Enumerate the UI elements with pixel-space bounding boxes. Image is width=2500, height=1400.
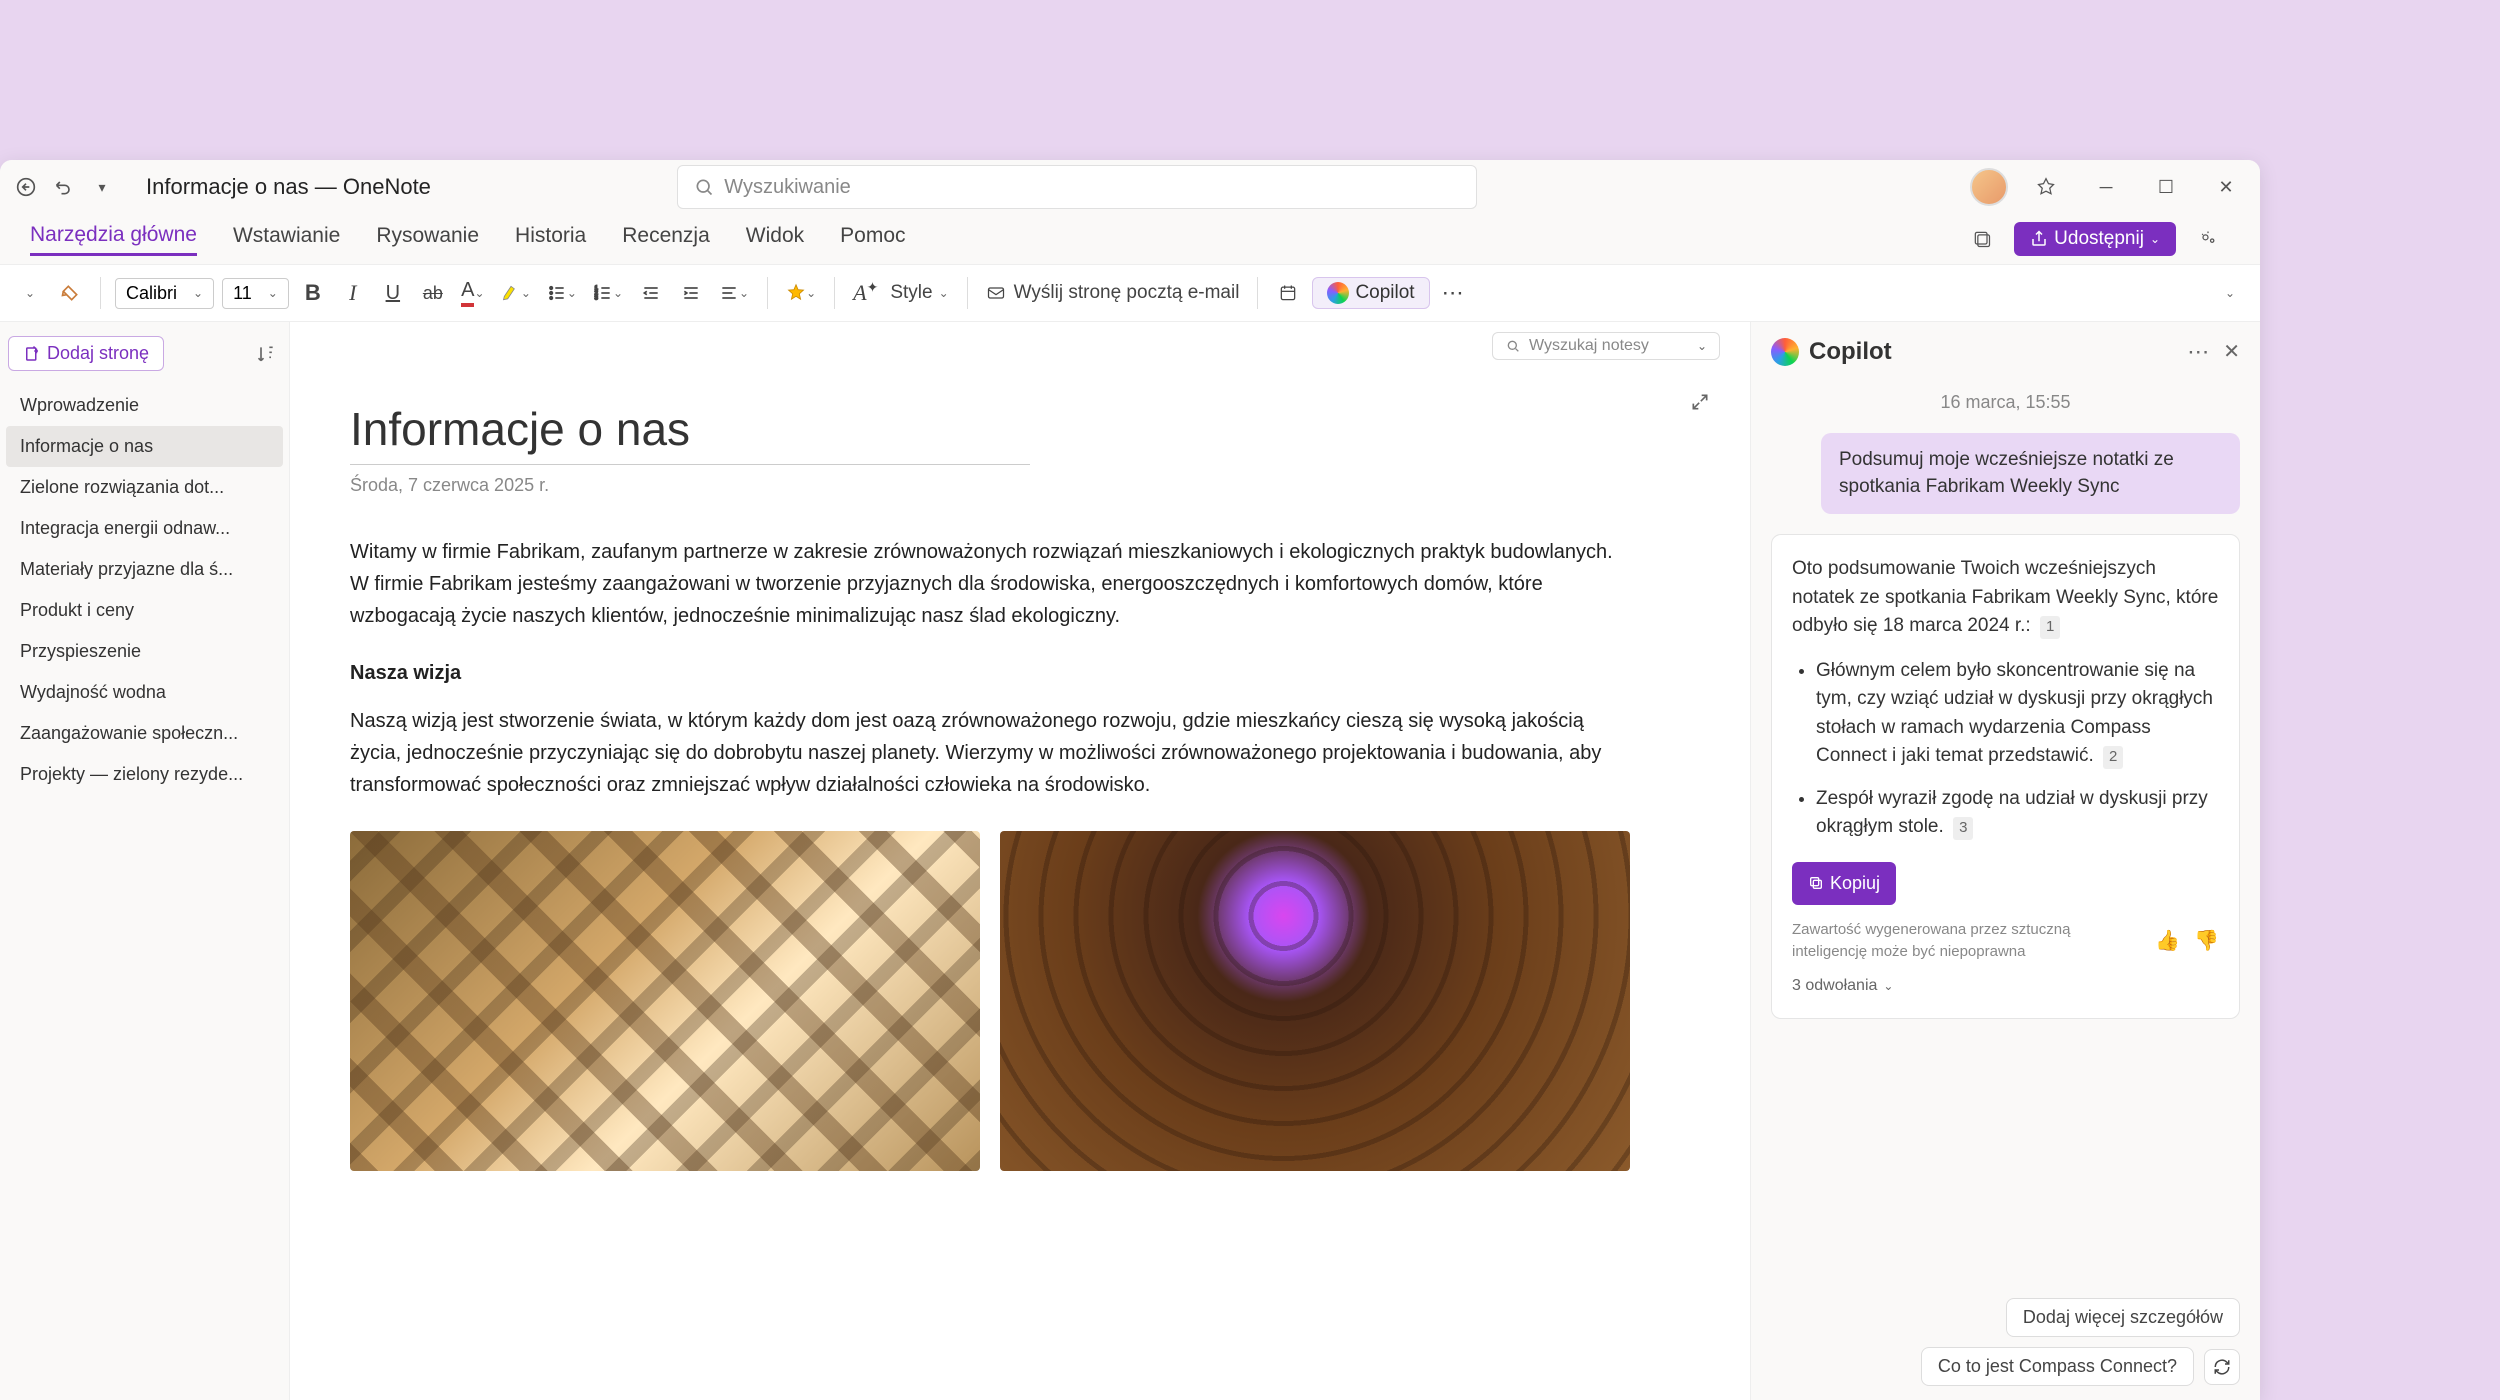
indent-button[interactable] — [675, 275, 707, 311]
page-item-2[interactable]: Zielone rozwiązania dot... — [0, 467, 289, 508]
tab-view[interactable]: Widok — [746, 224, 804, 254]
underline-button[interactable]: U — [377, 275, 409, 311]
ai-disclaimer: Zawartość wygenerowana przez sztuczną in… — [1792, 919, 2112, 964]
doc-paragraph-1[interactable]: Witamy w firmie Fabrikam, zaufanym partn… — [350, 536, 1630, 632]
copy-button[interactable]: Kopiuj — [1792, 862, 1896, 905]
page-item-1[interactable]: Informacje o nas — [6, 426, 283, 467]
bold-button[interactable]: B — [297, 275, 329, 311]
premium-icon[interactable] — [2024, 165, 2068, 209]
tag-button[interactable]: ⌄ — [782, 275, 820, 311]
doc-heading-1[interactable]: Nasza wizja — [350, 662, 1630, 685]
page-item-4[interactable]: Materiały przyjazne dla ś... — [0, 549, 289, 590]
numbering-button[interactable]: 123⌄ — [589, 275, 627, 311]
font-color-button[interactable]: A⌄ — [457, 275, 489, 311]
search-placeholder: Wyszukiwanie — [724, 176, 851, 199]
suggestion-chip-1[interactable]: Dodaj więcej szczegółów — [2006, 1298, 2240, 1337]
tab-insert[interactable]: Wstawianie — [233, 224, 340, 254]
ribbon-collapse-icon[interactable]: ⌄ — [2214, 275, 2246, 311]
reference-badge-1[interactable]: 1 — [2040, 616, 2060, 639]
doc-paragraph-2[interactable]: Naszą wizją jest stworzenie świata, w kt… — [350, 705, 1630, 801]
page-item-5[interactable]: Produkt i ceny — [0, 590, 289, 631]
more-commands-icon[interactable]: ⋯ — [1438, 275, 1470, 311]
style-button[interactable]: A✦ Style⌄ — [849, 275, 953, 311]
page-date: Środa, 7 czerwca 2025 r. — [350, 475, 1630, 496]
email-page-button[interactable]: Wyślij stronę pocztą e-mail — [982, 275, 1244, 311]
expand-page-icon[interactable] — [1690, 392, 1710, 418]
format-painter-icon[interactable] — [54, 275, 86, 311]
refresh-suggestions-icon[interactable] — [2204, 1349, 2240, 1385]
tab-home[interactable]: Narzędzia główne — [30, 223, 197, 256]
page-item-6[interactable]: Przyspieszenie — [0, 631, 289, 672]
page-item-0[interactable]: Wprowadzenie — [0, 385, 289, 426]
svg-text:3: 3 — [595, 296, 598, 302]
copilot-close-icon[interactable]: ✕ — [2223, 339, 2240, 365]
search-icon — [1505, 338, 1521, 354]
italic-button[interactable]: I — [337, 275, 369, 311]
page-item-9[interactable]: Projekty — zielony rezyde... — [0, 754, 289, 795]
tab-history[interactable]: Historia — [515, 224, 586, 254]
undo-icon[interactable] — [50, 173, 78, 201]
add-page-button[interactable]: Dodaj stronę — [8, 336, 164, 371]
back-icon[interactable] — [12, 173, 40, 201]
page-item-8[interactable]: Zaangażowanie społeczn... — [0, 713, 289, 754]
meeting-details-icon[interactable] — [1272, 275, 1304, 311]
share-button[interactable]: Udostępnij ⌄ — [2014, 222, 2176, 256]
page-item-3[interactable]: Integracja energii odnaw... — [0, 508, 289, 549]
thumbs-up-icon[interactable]: 👍 — [2155, 926, 2180, 956]
customize-dropdown-icon[interactable]: ▾ — [88, 173, 116, 201]
suggestion-chip-2[interactable]: Co to jest Compass Connect? — [1921, 1347, 2194, 1386]
page-title[interactable]: Informacje o nas — [350, 402, 1630, 456]
reference-badge-2[interactable]: 2 — [2103, 746, 2123, 769]
copilot-logo-icon — [1327, 282, 1349, 304]
tab-help[interactable]: Pomoc — [840, 224, 905, 254]
copilot-header-icon[interactable] — [2186, 217, 2230, 261]
search-icon — [694, 177, 714, 197]
font-name-select[interactable]: Calibri⌄ — [115, 278, 214, 309]
title-divider — [350, 464, 1030, 465]
close-button[interactable]: ✕ — [2204, 165, 2248, 209]
paste-dropdown[interactable]: ⌄ — [14, 275, 46, 311]
doc-image-1[interactable] — [350, 831, 980, 1171]
font-size-select[interactable]: 11⌄ — [222, 278, 289, 309]
references-toggle[interactable]: 3 odwołania ⌄ — [1792, 974, 2219, 998]
minimize-button[interactable]: ─ — [2084, 165, 2128, 209]
copilot-panel-title: Copilot — [1809, 338, 1892, 366]
mode-switcher-icon[interactable] — [1960, 217, 2004, 261]
sort-pages-icon[interactable] — [251, 339, 281, 369]
tab-review[interactable]: Recenzja — [622, 224, 710, 254]
search-notebooks-input[interactable]: Wyszukaj notesy ⌄ — [1492, 332, 1720, 360]
search-input[interactable]: Wyszukiwanie — [677, 165, 1477, 209]
align-button[interactable]: ⌄ — [715, 275, 753, 311]
strikethrough-button[interactable]: ab — [417, 275, 449, 311]
outdent-button[interactable] — [635, 275, 667, 311]
ai-bullet-2: Zespół wyraził zgodę na udział w dyskusj… — [1816, 785, 2219, 842]
user-avatar[interactable] — [1970, 168, 2008, 206]
ai-intro-text: Oto podsumowanie Twoich wcześniejszych n… — [1792, 558, 2218, 636]
page-item-7[interactable]: Wydajność wodna — [0, 672, 289, 713]
copilot-more-icon[interactable]: ⋯ — [2187, 339, 2209, 365]
user-message: Podsumuj moje wcześniejsze notatki ze sp… — [1821, 433, 2240, 514]
maximize-button[interactable]: ☐ — [2144, 165, 2188, 209]
copilot-logo-icon — [1771, 338, 1799, 366]
ai-response: Oto podsumowanie Twoich wcześniejszych n… — [1771, 534, 2240, 1019]
thumbs-down-icon[interactable]: 👎 — [2194, 926, 2219, 956]
highlight-button[interactable]: ⌄ — [497, 275, 535, 311]
window-title: Informacje o nas — OneNote — [146, 174, 431, 200]
ai-bullet-1: Głównym celem było skoncentrowanie się n… — [1816, 657, 2219, 771]
tab-draw[interactable]: Rysowanie — [376, 224, 479, 254]
doc-image-2[interactable] — [1000, 831, 1630, 1171]
reference-badge-3[interactable]: 3 — [1953, 817, 1973, 840]
copilot-ribbon-button[interactable]: Copilot — [1312, 277, 1429, 309]
bullets-button[interactable]: ⌄ — [543, 275, 581, 311]
copilot-timestamp: 16 marca, 15:55 — [1771, 392, 2240, 413]
